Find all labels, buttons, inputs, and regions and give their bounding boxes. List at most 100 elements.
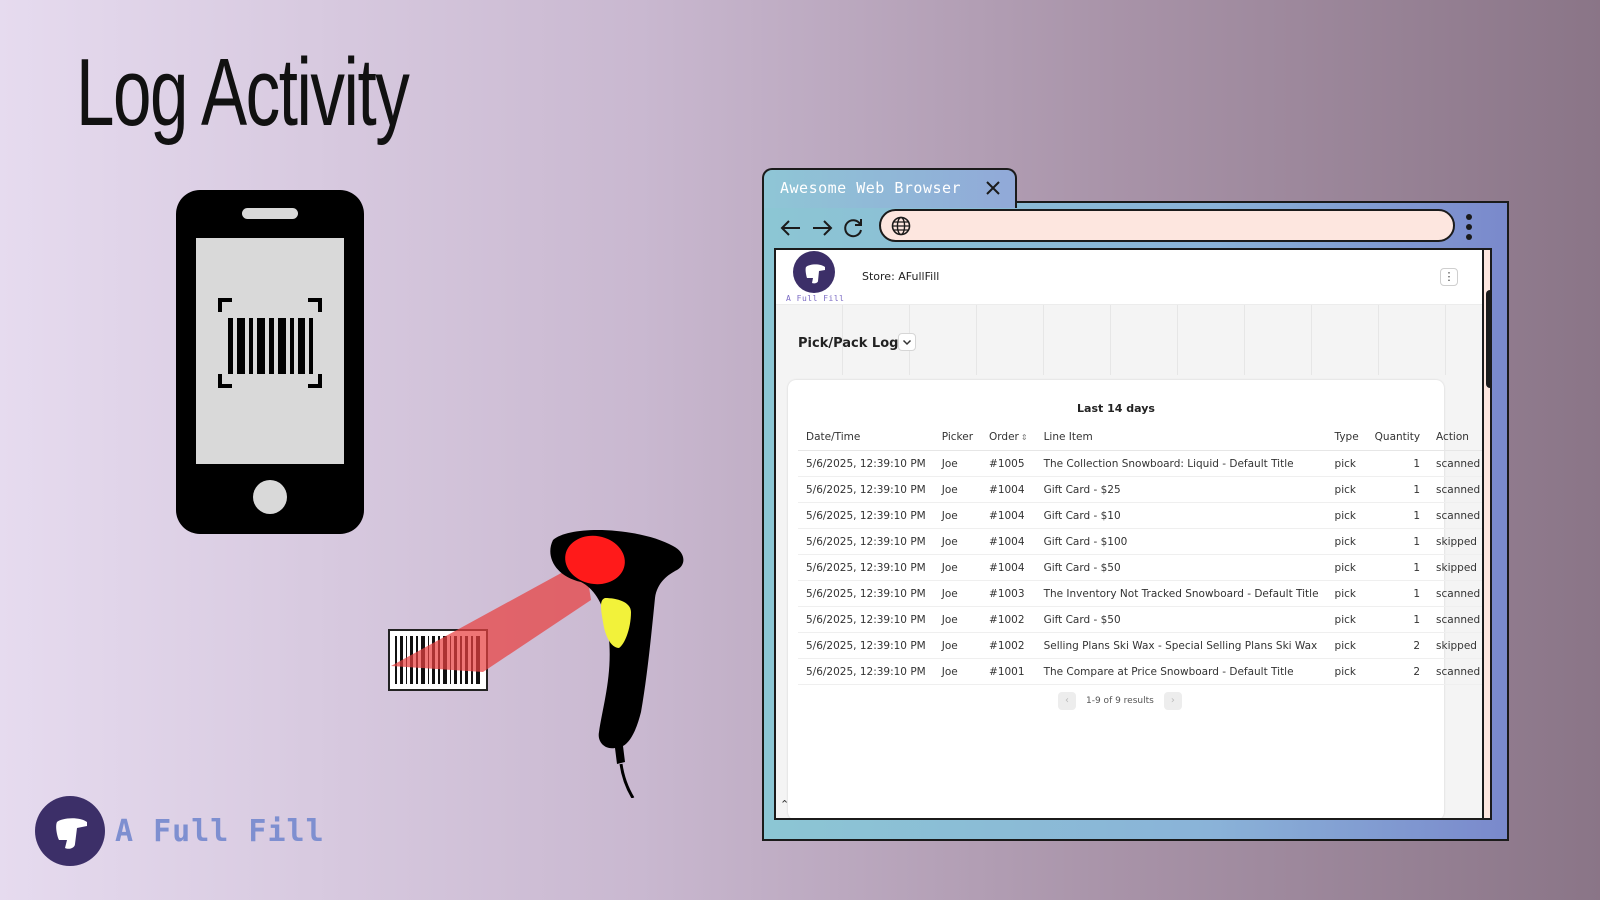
cell-quantity: 1	[1366, 450, 1429, 477]
scrollbar-thumb[interactable]	[1486, 290, 1490, 388]
app-logo-icon[interactable]	[792, 250, 836, 294]
app-header: A Full Fill Store: AFullFill ⋮	[776, 250, 1482, 305]
cell-line-item: Gift Card - $25	[1035, 476, 1327, 503]
cell-order: #1001	[981, 658, 1036, 685]
col-header-action[interactable]: Action	[1428, 424, 1489, 451]
page-title-dropdown[interactable]	[898, 333, 916, 351]
table-row[interactable]: 5/6/2025, 12:39:10 PM Joe #1004 Gift Card -…	[798, 476, 1489, 503]
cell-action: scanned	[1428, 450, 1489, 477]
cell-action: scanned	[1428, 658, 1489, 685]
cell-line-item: Gift Card - $50	[1035, 554, 1327, 581]
chevron-right-icon: ›	[1170, 695, 1175, 706]
cell-action: skipped	[1428, 632, 1489, 659]
table-header-row: Date/Time Picker Order ⇕ Line Item Type Q…	[798, 424, 1489, 451]
logs-table: Date/Time Picker Order ⇕ Line Item Type Q…	[798, 424, 1489, 685]
reload-icon[interactable]	[840, 215, 866, 241]
cell-line-item: Gift Card - $10	[1035, 502, 1327, 529]
table-row[interactable]: 5/6/2025, 12:39:10 PM Joe #1002 Gift Card -…	[798, 606, 1489, 633]
store-label: Store: AFullFill	[862, 270, 940, 283]
cell-line-item: The Inventory Not Tracked Snowboard - De…	[1035, 580, 1327, 607]
address-bar[interactable]	[879, 209, 1455, 242]
cell-datetime: 5/6/2025, 12:39:10 PM	[798, 450, 934, 477]
prev-page-button[interactable]: ‹	[1058, 692, 1076, 710]
scrollbar[interactable]	[1482, 250, 1490, 818]
next-page-button[interactable]: ›	[1163, 692, 1182, 710]
cell-quantity: 1	[1366, 502, 1429, 529]
logs-card: Last 14 days Date/Time Picker Order ⇕ Lin…	[788, 380, 1489, 818]
cell-action: skipped	[1428, 554, 1489, 581]
cell-picker: Joe	[933, 632, 982, 659]
cell-quantity: 1	[1366, 528, 1429, 555]
col-header-quantity[interactable]: Quantity	[1366, 424, 1429, 451]
cell-action: scanned	[1428, 580, 1489, 607]
cell-picker: Joe	[933, 528, 982, 555]
app-logo-text: A Full Fill	[786, 294, 845, 303]
kebab-icon: ⋮	[1443, 270, 1455, 283]
cell-quantity: 1	[1366, 554, 1429, 581]
cell-picker: Joe	[933, 606, 982, 633]
chevron-down-icon	[902, 339, 912, 346]
back-arrow-icon[interactable]	[778, 215, 804, 241]
cell-line-item: Selling Plans Ski Wax - Special Selling …	[1035, 632, 1327, 659]
table-row[interactable]: 5/6/2025, 12:39:10 PM Joe #1004 Gift Card -…	[798, 528, 1489, 555]
sort-icon[interactable]: ⇕	[1021, 433, 1028, 442]
cell-quantity: 1	[1366, 476, 1429, 503]
brand-logo-icon	[35, 796, 105, 866]
barcode-scanner-icon	[388, 529, 684, 798]
cell-action: scanned	[1428, 476, 1489, 503]
cell-order: #1004	[981, 476, 1036, 503]
cell-type: pick	[1326, 476, 1367, 503]
chevron-left-icon: ‹	[1065, 695, 1069, 706]
page-headline: Log Activity	[76, 39, 410, 146]
cell-order: #1004	[981, 502, 1036, 529]
col-header-type[interactable]: Type	[1326, 424, 1367, 451]
chevron-up-icon[interactable]: ⌃	[780, 798, 789, 811]
header-menu-button[interactable]: ⋮	[1440, 268, 1458, 286]
table-row[interactable]: 5/6/2025, 12:39:10 PM Joe #1004 Gift Card -…	[798, 554, 1489, 581]
cell-order: #1005	[981, 450, 1036, 477]
cell-type: pick	[1326, 580, 1367, 607]
cell-type: pick	[1326, 632, 1367, 659]
tab-title: Awesome Web Browser	[780, 179, 962, 197]
cell-picker: Joe	[933, 450, 982, 477]
table-row[interactable]: 5/6/2025, 12:39:10 PM Joe #1001 The Compare…	[798, 658, 1489, 685]
col-header-order[interactable]: Order ⇕	[981, 424, 1036, 451]
table-row[interactable]: 5/6/2025, 12:39:10 PM Joe #1005 The Collect…	[798, 450, 1489, 477]
browser-menu-icon[interactable]	[1464, 212, 1474, 242]
cell-picker: Joe	[933, 502, 982, 529]
col-header-picker[interactable]: Picker	[933, 424, 982, 451]
cell-type: pick	[1326, 450, 1367, 477]
cell-action: skipped	[1428, 528, 1489, 555]
cell-quantity: 1	[1366, 580, 1429, 607]
browser-window: A Full Fill Store: AFullFill ⋮ Pick/Pack…	[762, 201, 1509, 841]
forward-arrow-icon[interactable]	[809, 215, 835, 241]
cell-order: #1004	[981, 554, 1036, 581]
cell-datetime: 5/6/2025, 12:39:10 PM	[798, 476, 934, 503]
pagination-text: 1-9 of 9 results	[1086, 696, 1154, 706]
cell-datetime: 5/6/2025, 12:39:10 PM	[798, 554, 934, 581]
cell-picker: Joe	[933, 476, 982, 503]
col-header-order-label: Order	[989, 431, 1019, 443]
browser-tab[interactable]: Awesome Web Browser	[762, 168, 1017, 208]
table-row[interactable]: 5/6/2025, 12:39:10 PM Joe #1002 Selling Pla…	[798, 632, 1489, 659]
cell-datetime: 5/6/2025, 12:39:10 PM	[798, 580, 934, 607]
cell-datetime: 5/6/2025, 12:39:10 PM	[798, 632, 934, 659]
col-header-line-item[interactable]: Line Item	[1035, 424, 1327, 451]
cell-order: #1002	[981, 606, 1036, 633]
table-row[interactable]: 5/6/2025, 12:39:10 PM Joe #1004 Gift Card -…	[798, 502, 1489, 529]
cell-order: #1004	[981, 528, 1036, 555]
cell-type: pick	[1326, 606, 1367, 633]
cell-type: pick	[1326, 658, 1367, 685]
card-title: Last 14 days	[1077, 402, 1155, 415]
cell-action: scanned	[1428, 606, 1489, 633]
cell-picker: Joe	[933, 580, 982, 607]
cell-datetime: 5/6/2025, 12:39:10 PM	[798, 606, 934, 633]
cell-order: #1003	[981, 580, 1036, 607]
cell-type: pick	[1326, 554, 1367, 581]
table-row[interactable]: 5/6/2025, 12:39:10 PM Joe #1003 The Invento…	[798, 580, 1489, 607]
col-header-datetime[interactable]: Date/Time	[798, 424, 934, 451]
cell-picker: Joe	[933, 658, 982, 685]
globe-icon	[891, 216, 911, 236]
cell-type: pick	[1326, 502, 1367, 529]
close-icon[interactable]	[983, 178, 1003, 198]
